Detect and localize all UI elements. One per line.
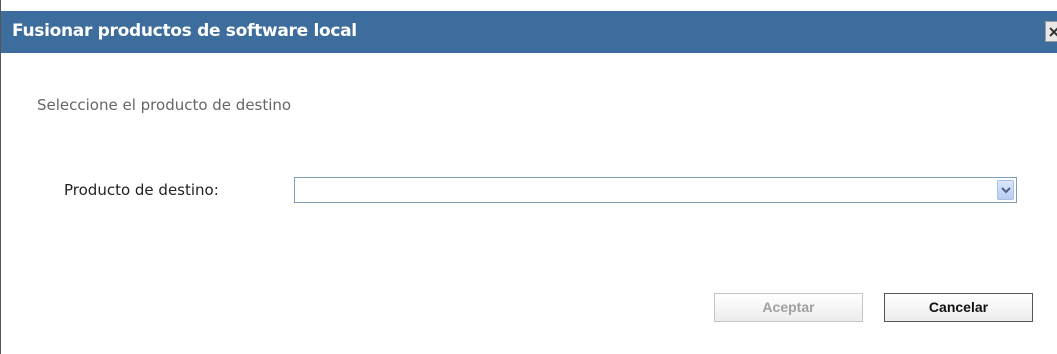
target-product-select[interactable] (294, 177, 1017, 203)
dialog-title: Fusionar productos de software local (12, 21, 357, 41)
cancel-button[interactable]: Cancelar (884, 293, 1033, 322)
chevron-down-icon (1001, 187, 1011, 194)
accept-button[interactable]: Aceptar (714, 293, 863, 322)
target-product-label: Producto de destino: (64, 181, 219, 199)
close-icon (1049, 27, 1057, 37)
dropdown-button[interactable] (997, 180, 1014, 200)
close-button[interactable] (1045, 21, 1057, 42)
instruction-text: Seleccione el producto de destino (37, 96, 292, 114)
dialog-titlebar: Fusionar productos de software local (1, 11, 1057, 53)
merge-products-dialog: Fusionar productos de software local Sel… (0, 0, 1057, 354)
